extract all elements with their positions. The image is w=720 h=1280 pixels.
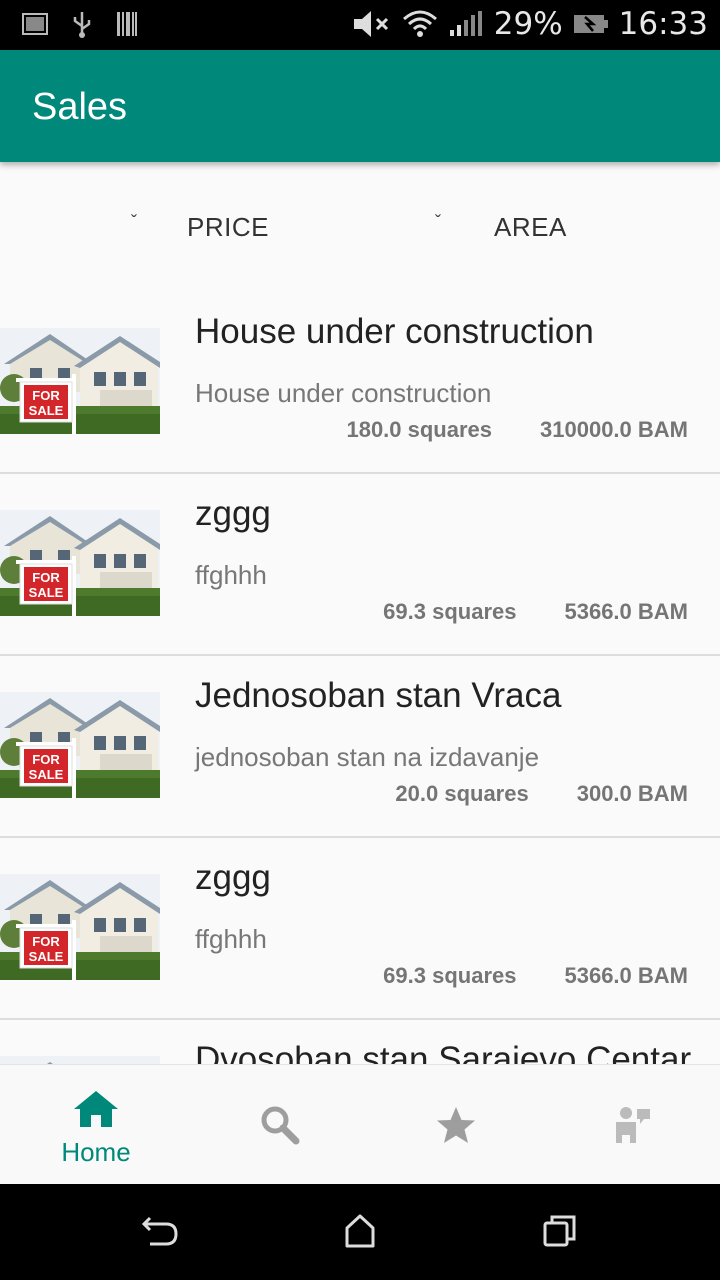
area-sort-dropdown-icon[interactable]: ˇ [435,212,441,233]
house-for-sale-thumbnail: FOR SALE [0,874,160,980]
sort-by-area-button[interactable]: AREA [494,212,567,243]
listing-item[interactable]: FOR SALE zggg ffghhh 69.3 squares 5366.0… [0,838,720,1020]
system-navigation-bar [0,1184,720,1280]
home-button-icon[interactable] [344,1214,376,1248]
sort-by-price-button[interactable]: PRICE [187,212,269,243]
page-title: Sales [32,86,128,128]
sort-bar: ˇ PRICE ˇ AREA [0,162,720,292]
nav-favorites[interactable] [360,1065,540,1185]
sales-list[interactable]: ˇ PRICE ˇ AREA FOR SALE House under cons… [0,162,720,1064]
listing-item[interactable]: FOR SALE Jednosoban stan Vraca jednosoba… [0,656,720,838]
image-notification-icon [22,13,48,35]
listing-price: 310000.0 BAM [540,417,688,442]
thumb-sign-line2: SALE [29,585,64,600]
battery-icon [573,15,608,33]
listing-item[interactable]: FOR SALE House under construction House … [0,292,720,474]
search-icon [261,1106,300,1145]
thumb-sign-line1: FOR [32,388,60,403]
house-for-sale-thumbnail: FOR SALE [0,328,160,434]
profile-icon [616,1107,650,1143]
listing-area: 69.3 squares [383,963,517,988]
listing-description: House under construction [195,378,492,408]
usb-icon [73,12,91,38]
barcode-icon [117,12,137,36]
wifi-icon [402,10,437,37]
listing-price: 5366.0 BAM [564,599,688,624]
thumb-sign-line2: SALE [29,403,64,418]
thumb-sign-line1: FOR [32,934,60,949]
listing-area: 20.0 squares [395,781,529,806]
price-sort-dropdown-icon[interactable]: ˇ [131,212,137,233]
house-for-sale-thumbnail: FOR SALE [0,1056,160,1064]
listing-area: 180.0 squares [346,417,493,442]
star-icon [437,1107,475,1143]
signal-icon [449,11,482,36]
listing-item[interactable]: FOR SALE Dvosoban stan Sarajevo Centar [0,1020,720,1064]
nav-search[interactable] [180,1065,360,1185]
back-icon[interactable] [140,1214,180,1250]
listing-price: 300.0 BAM [576,781,688,806]
listing-title: Dvosoban stan Sarajevo Centar [195,1040,692,1064]
thumb-sign-line1: FOR [32,752,60,767]
listing-title: Jednosoban stan Vraca [195,676,562,715]
clock: 16:33 [618,6,708,42]
listing-price: 5366.0 BAM [564,963,688,988]
listing-description: jednosoban stan na izdavanje [195,742,540,772]
thumb-sign-line1: FOR [32,570,60,585]
nav-home-label: Home [61,1137,131,1167]
nav-profile[interactable] [540,1065,720,1185]
house-for-sale-thumbnail: FOR SALE [0,692,160,798]
listing-area: 69.3 squares [383,599,517,624]
bottom-navigation: Home [0,1064,720,1184]
listing-title: zggg [195,858,271,897]
listing-title: zggg [195,494,271,533]
listing-item[interactable]: FOR SALE zggg ffghhh 69.3 squares 5366.0… [0,474,720,656]
home-icon [74,1091,118,1127]
battery-percentage: 29% [493,6,563,42]
status-bar: 29% 16:33 [0,0,720,50]
mute-icon [353,11,388,37]
thumb-sign-line2: SALE [29,767,64,782]
house-for-sale-thumbnail: FOR SALE [0,510,160,616]
recents-icon[interactable] [543,1214,577,1248]
listing-description: ffghhh [195,560,267,590]
thumb-sign-line2: SALE [29,949,64,964]
listing-description: ffghhh [195,924,267,954]
nav-home[interactable]: Home [0,1065,180,1185]
listing-title: House under construction [195,312,594,351]
app-bar: Sales [0,50,720,162]
